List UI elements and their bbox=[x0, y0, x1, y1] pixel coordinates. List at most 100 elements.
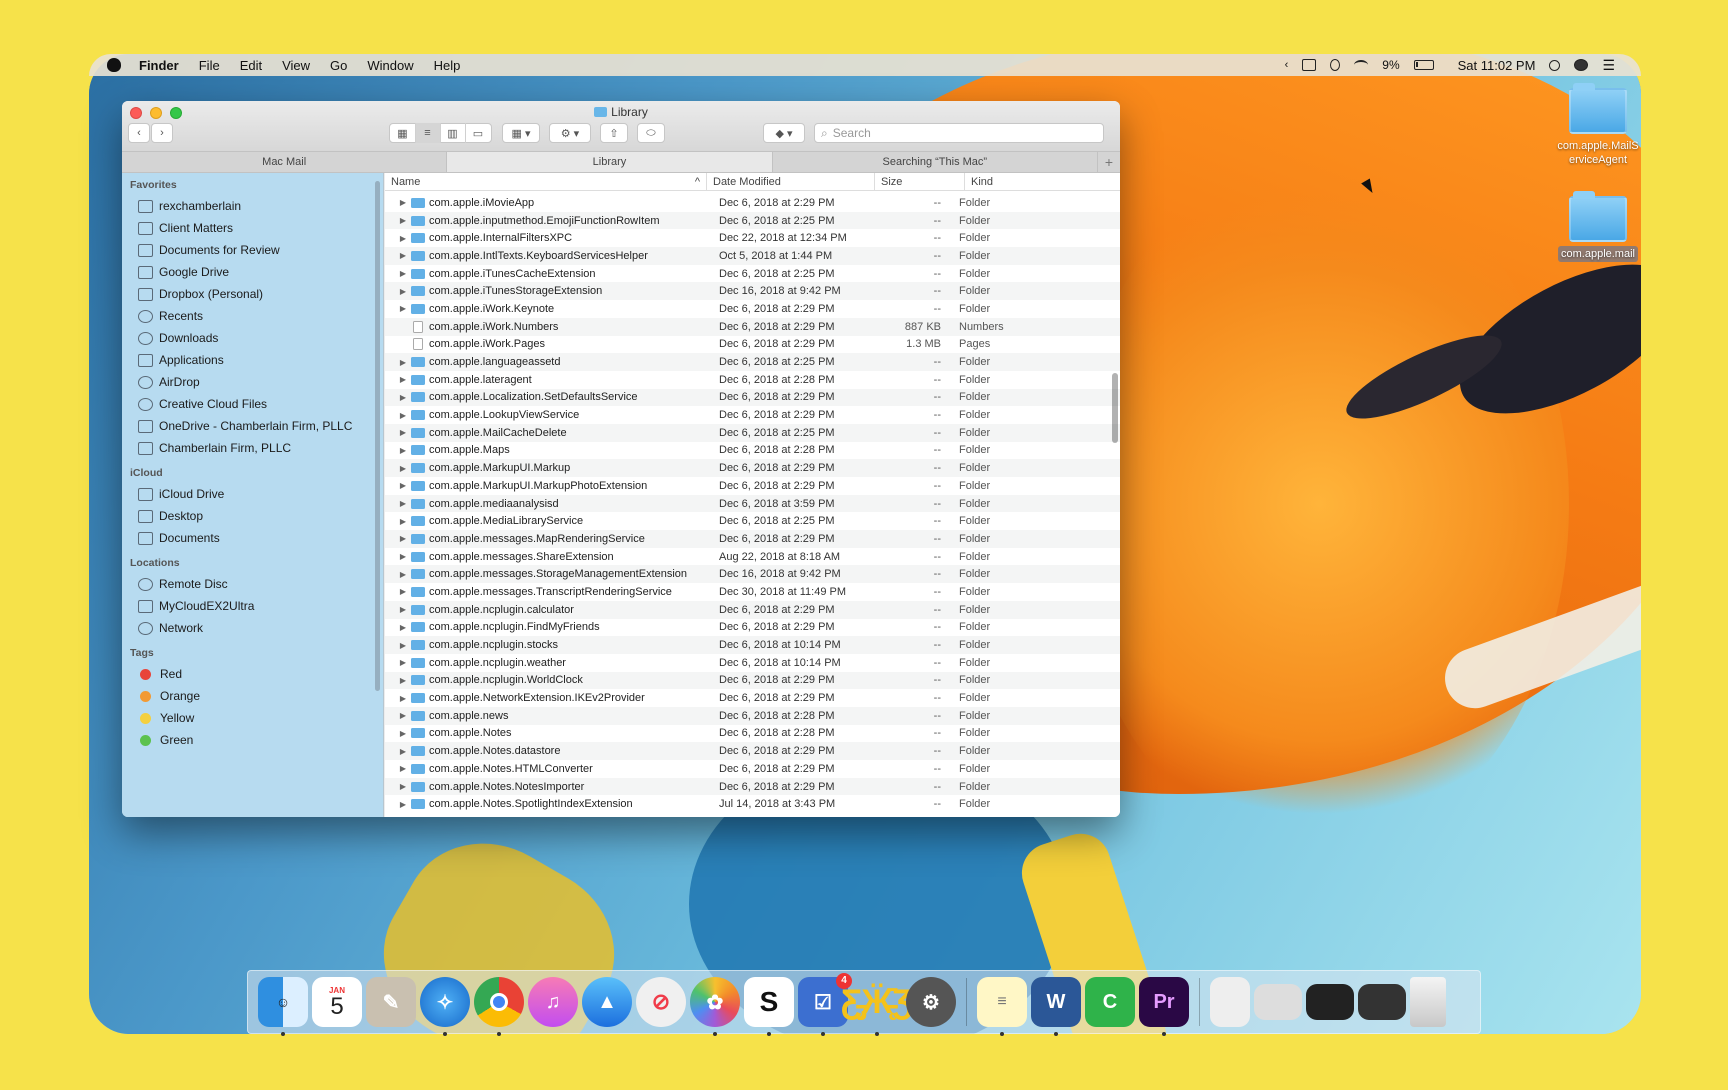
tes-icon[interactable]: Ƹ̵̡Ӝ̵̨̄Ʒ bbox=[841, 977, 913, 1036]
table-row[interactable]: ▶ com.apple.Localization.SetDefaultsServi… bbox=[385, 388, 1120, 407]
safari-icon[interactable]: ✧ bbox=[420, 977, 470, 1036]
action-button[interactable]: ⚙ ▾ bbox=[549, 123, 591, 143]
disclosure-triangle-icon[interactable]: ▶ bbox=[385, 481, 411, 490]
table-row[interactable]: ▶ com.apple.Notes Dec 6, 2018 at 2:28 PM --… bbox=[385, 725, 1120, 743]
menu-view[interactable]: View bbox=[282, 58, 310, 73]
sidebar-item-sidebar.favorites[interactable]: Recents bbox=[122, 305, 383, 327]
share-button[interactable]: ⇧ bbox=[600, 123, 628, 143]
table-row[interactable]: ▶ com.apple.IntlTexts.KeyboardServicesHel… bbox=[385, 247, 1120, 265]
disclosure-triangle-icon[interactable]: ▶ bbox=[385, 764, 411, 773]
disclosure-triangle-icon[interactable]: ▶ bbox=[385, 517, 411, 526]
disclosure-triangle-icon[interactable]: ▶ bbox=[385, 304, 411, 313]
disclosure-triangle-icon[interactable]: ▶ bbox=[385, 570, 411, 579]
numbers-icon[interactable]: C bbox=[1085, 977, 1135, 1027]
desktop-folder-mail[interactable]: com.apple.mail bbox=[1553, 191, 1643, 262]
menu-window[interactable]: Window bbox=[367, 58, 413, 73]
disclosure-triangle-icon[interactable]: ▶ bbox=[385, 676, 411, 685]
disclosure-triangle-icon[interactable]: ▶ bbox=[385, 234, 411, 243]
search-input[interactable]: ⌕ Search bbox=[814, 123, 1104, 143]
list-view-button[interactable]: ≡ bbox=[415, 123, 441, 143]
table-row[interactable]: ▶ com.apple.news Dec 6, 2018 at 2:28 PM -- F… bbox=[385, 706, 1120, 725]
disclosure-triangle-icon[interactable]: ▶ bbox=[385, 287, 411, 296]
table-row[interactable]: ▶ com.apple.iMovieApp Dec 6, 2018 at 2:29 … bbox=[385, 194, 1120, 212]
disclosure-triangle-icon[interactable]: ▶ bbox=[385, 198, 411, 207]
menu-edit[interactable]: Edit bbox=[240, 58, 262, 73]
table-row[interactable]: ▶ com.apple.messages.TranscriptRenderingS… bbox=[385, 583, 1120, 601]
table-row[interactable]: ▶ com.apple.mediaanalysisd Dec 6, 2018 at … bbox=[385, 494, 1120, 513]
wifi-icon[interactable] bbox=[1354, 60, 1369, 70]
disclosure-triangle-icon[interactable]: ▶ bbox=[385, 393, 411, 402]
disclosure-triangle-icon[interactable]: ▶ bbox=[385, 269, 411, 278]
new-tab-button[interactable]: + bbox=[1098, 152, 1120, 172]
table-row[interactable]: ▶ com.apple.languageassetd Dec 6, 2018 at … bbox=[385, 353, 1120, 371]
disclosure-triangle-icon[interactable]: ▶ bbox=[385, 464, 411, 473]
battery-icon[interactable] bbox=[1413, 60, 1434, 70]
sidebar-tag[interactable]: Yellow bbox=[122, 707, 383, 729]
sidebar-item-sidebar.icloud[interactable]: Documents bbox=[122, 527, 383, 549]
table-row[interactable]: com.apple.iWork.Numbers Dec 6, 2018 at 2:… bbox=[385, 317, 1120, 336]
sidebar-scrollbar[interactable] bbox=[375, 181, 380, 691]
siri-icon[interactable] bbox=[1574, 59, 1589, 71]
table-row[interactable]: ▶ com.apple.ncplugin.weather Dec 6, 2018 a… bbox=[385, 654, 1120, 672]
disclosure-triangle-icon[interactable]: ▶ bbox=[385, 411, 411, 420]
table-row[interactable]: com.apple.iWork.Pages Dec 6, 2018 at 2:29… bbox=[385, 336, 1120, 354]
table-row[interactable]: ▶ com.apple.iWork.Keynote Dec 6, 2018 at 2… bbox=[385, 300, 1120, 318]
table-row[interactable]: ▶ com.apple.Notes.NotesImporter Dec 6, 201… bbox=[385, 777, 1120, 796]
disclosure-triangle-icon[interactable]: ▶ bbox=[385, 587, 411, 596]
disclosure-triangle-icon[interactable]: ▶ bbox=[385, 623, 411, 632]
table-row[interactable]: ▶ com.apple.messages.ShareExtension Aug 22… bbox=[385, 548, 1120, 566]
apple-menu-icon[interactable] bbox=[107, 58, 121, 72]
sidebar-item-sidebar.favorites[interactable]: rexchamberlain bbox=[122, 195, 383, 217]
sidebar-item-sidebar.favorites[interactable]: Google Drive bbox=[122, 261, 383, 283]
table-row[interactable]: ▶ com.apple.inputmethod.EmojiFunctionRowI… bbox=[385, 211, 1120, 230]
photos-icon[interactable]: ✿ bbox=[690, 977, 740, 1036]
chevron-left-icon[interactable]: ‹ bbox=[1285, 59, 1289, 71]
dropbox-button[interactable]: ◆ ▾ bbox=[763, 123, 805, 143]
premiere-stack-icon[interactable] bbox=[1306, 984, 1354, 1020]
table-row[interactable]: ▶ com.apple.ncplugin.calculator Dec 6, 201… bbox=[385, 600, 1120, 619]
spotlight-icon[interactable] bbox=[1549, 59, 1561, 71]
disclosure-triangle-icon[interactable]: ▶ bbox=[385, 499, 411, 508]
sidebar-item-sidebar.favorites[interactable]: Creative Cloud Files bbox=[122, 393, 383, 415]
disclosure-triangle-icon[interactable]: ▶ bbox=[385, 358, 411, 367]
notes-icon[interactable]: ≡ bbox=[977, 977, 1027, 1036]
news-icon[interactable]: ⊘ bbox=[636, 977, 686, 1027]
chrome-icon[interactable] bbox=[474, 977, 524, 1036]
sidebar-item-sidebar.icloud[interactable]: Desktop bbox=[122, 505, 383, 527]
column-view-button[interactable]: ▥ bbox=[441, 123, 466, 143]
column-size[interactable]: Size bbox=[875, 173, 965, 191]
table-row[interactable]: ▶ com.apple.MarkupUI.Markup Dec 6, 2018 at… bbox=[385, 459, 1120, 477]
menu-file[interactable]: File bbox=[199, 58, 220, 73]
tab-searching[interactable]: Searching “This Mac” bbox=[773, 152, 1098, 172]
disclosure-triangle-icon[interactable]: ▶ bbox=[385, 428, 411, 437]
column-kind[interactable]: Kind bbox=[965, 173, 1085, 191]
disclosure-triangle-icon[interactable]: ▶ bbox=[385, 782, 411, 791]
back-button[interactable]: ‹ bbox=[128, 123, 150, 143]
notification-center-icon[interactable]: ☰ bbox=[1602, 57, 1615, 74]
preview-icon[interactable]: ✎ bbox=[366, 977, 416, 1027]
airplay-icon[interactable] bbox=[1302, 59, 1317, 71]
sidebar-item-sidebar.favorites[interactable]: AirDrop bbox=[122, 371, 383, 393]
disclosure-triangle-icon[interactable]: ▶ bbox=[385, 711, 411, 720]
table-row[interactable]: ▶ com.apple.iTunesStorageExtension Dec 16,… bbox=[385, 282, 1120, 301]
forward-button[interactable]: › bbox=[151, 123, 173, 143]
testflight-icon[interactable]: ▲ bbox=[582, 977, 632, 1027]
table-row[interactable]: ▶ com.apple.LookupViewService Dec 6, 2018 … bbox=[385, 406, 1120, 424]
table-row[interactable]: ▶ com.apple.MediaLibraryService Dec 6, 201… bbox=[385, 512, 1120, 530]
pdf-document-icon[interactable] bbox=[1210, 977, 1250, 1027]
bluetooth-icon[interactable] bbox=[1330, 59, 1341, 71]
disclosure-triangle-icon[interactable]: ▶ bbox=[385, 446, 411, 455]
disclosure-triangle-icon[interactable]: ▶ bbox=[385, 251, 411, 260]
disclosure-triangle-icon[interactable]: ▶ bbox=[385, 552, 411, 561]
sidebar-item-sidebar.favorites[interactable]: Dropbox (Personal) bbox=[122, 283, 383, 305]
table-row[interactable]: ▶ com.apple.MailCacheDelete Dec 6, 2018 at… bbox=[385, 423, 1120, 442]
disclosure-triangle-icon[interactable]: ▶ bbox=[385, 747, 411, 756]
sidebar-item-sidebar.locations[interactable]: Network bbox=[122, 617, 383, 639]
table-row[interactable]: ▶ com.apple.Notes.SpotlightIndexExtension… bbox=[385, 795, 1120, 813]
table-row[interactable]: ▶ com.apple.Notes.HTMLConverter Dec 6, 201… bbox=[385, 760, 1120, 778]
table-row[interactable]: ▶ com.apple.Notes.datastore Dec 6, 2018 at… bbox=[385, 742, 1120, 760]
disclosure-triangle-icon[interactable]: ▶ bbox=[385, 694, 411, 703]
premiere-icon[interactable]: Pr bbox=[1139, 977, 1189, 1036]
group-button[interactable]: ▦ ▾ bbox=[502, 123, 540, 143]
table-row[interactable]: ▶ com.apple.Maps Dec 6, 2018 at 2:28 PM -- F… bbox=[385, 442, 1120, 460]
